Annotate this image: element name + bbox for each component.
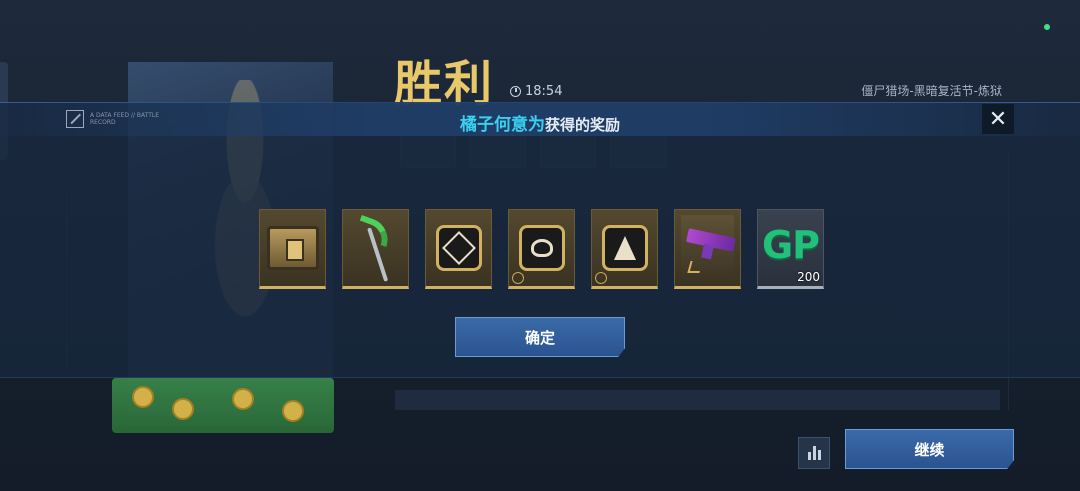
reward-item-green-scythe[interactable] bbox=[342, 209, 409, 289]
bar-chart-icon bbox=[807, 452, 811, 460]
reward-item-spike-emblem[interactable] bbox=[591, 209, 658, 289]
rank-badge-icon bbox=[595, 272, 607, 284]
scythe-icon bbox=[354, 214, 394, 248]
rank-badge-icon bbox=[512, 272, 524, 284]
reward-item-supply-crate[interactable] bbox=[259, 209, 326, 289]
reward-modal-title: 橘子何意为获得的奖励 bbox=[0, 110, 1080, 135]
reward-item-gp-points[interactable]: GP 200 bbox=[757, 209, 824, 289]
confirm-button[interactable]: 确定 bbox=[455, 317, 625, 357]
emblem-spike-icon bbox=[601, 225, 648, 271]
reward-count: 200 bbox=[797, 270, 820, 284]
close-icon: ✕ bbox=[988, 106, 1008, 132]
coin-icon bbox=[232, 388, 254, 410]
clock-icon bbox=[510, 86, 521, 97]
coin-icon bbox=[132, 386, 154, 408]
stats-button[interactable] bbox=[798, 437, 830, 469]
bar-chart-icon bbox=[817, 450, 821, 460]
gun-icon bbox=[681, 215, 736, 281]
bar-chart-icon bbox=[812, 446, 816, 460]
crate-icon bbox=[266, 226, 319, 270]
online-status-dot bbox=[1044, 24, 1050, 30]
reward-item-purple-gun[interactable] bbox=[674, 209, 741, 289]
event-banner-art bbox=[112, 378, 334, 433]
game-mode-label: 僵尸猎场-黑暗复活节-炼狱 bbox=[861, 84, 1002, 98]
reward-item-diamond-emblem[interactable] bbox=[425, 209, 492, 289]
continue-button[interactable]: 继续 bbox=[845, 429, 1014, 469]
gp-icon: GP bbox=[761, 223, 820, 267]
close-button[interactable]: ✕ bbox=[982, 104, 1014, 134]
title-suffix: 获得的奖励 bbox=[544, 116, 620, 134]
reward-item-horned-emblem[interactable] bbox=[508, 209, 575, 289]
reward-list: GP 200 bbox=[259, 209, 824, 289]
emblem-diamond-icon bbox=[435, 225, 482, 271]
player-name: 橘子何意为 bbox=[459, 115, 545, 135]
coin-icon bbox=[282, 400, 304, 422]
confirm-button-label: 确定 bbox=[524, 328, 555, 347]
emblem-horned-icon bbox=[518, 225, 565, 271]
match-time: 18:54 bbox=[510, 84, 562, 99]
match-time-value: 18:54 bbox=[525, 84, 563, 99]
coin-icon bbox=[172, 398, 194, 420]
bg-player-row bbox=[395, 390, 1000, 410]
continue-button-label: 继续 bbox=[914, 440, 945, 459]
